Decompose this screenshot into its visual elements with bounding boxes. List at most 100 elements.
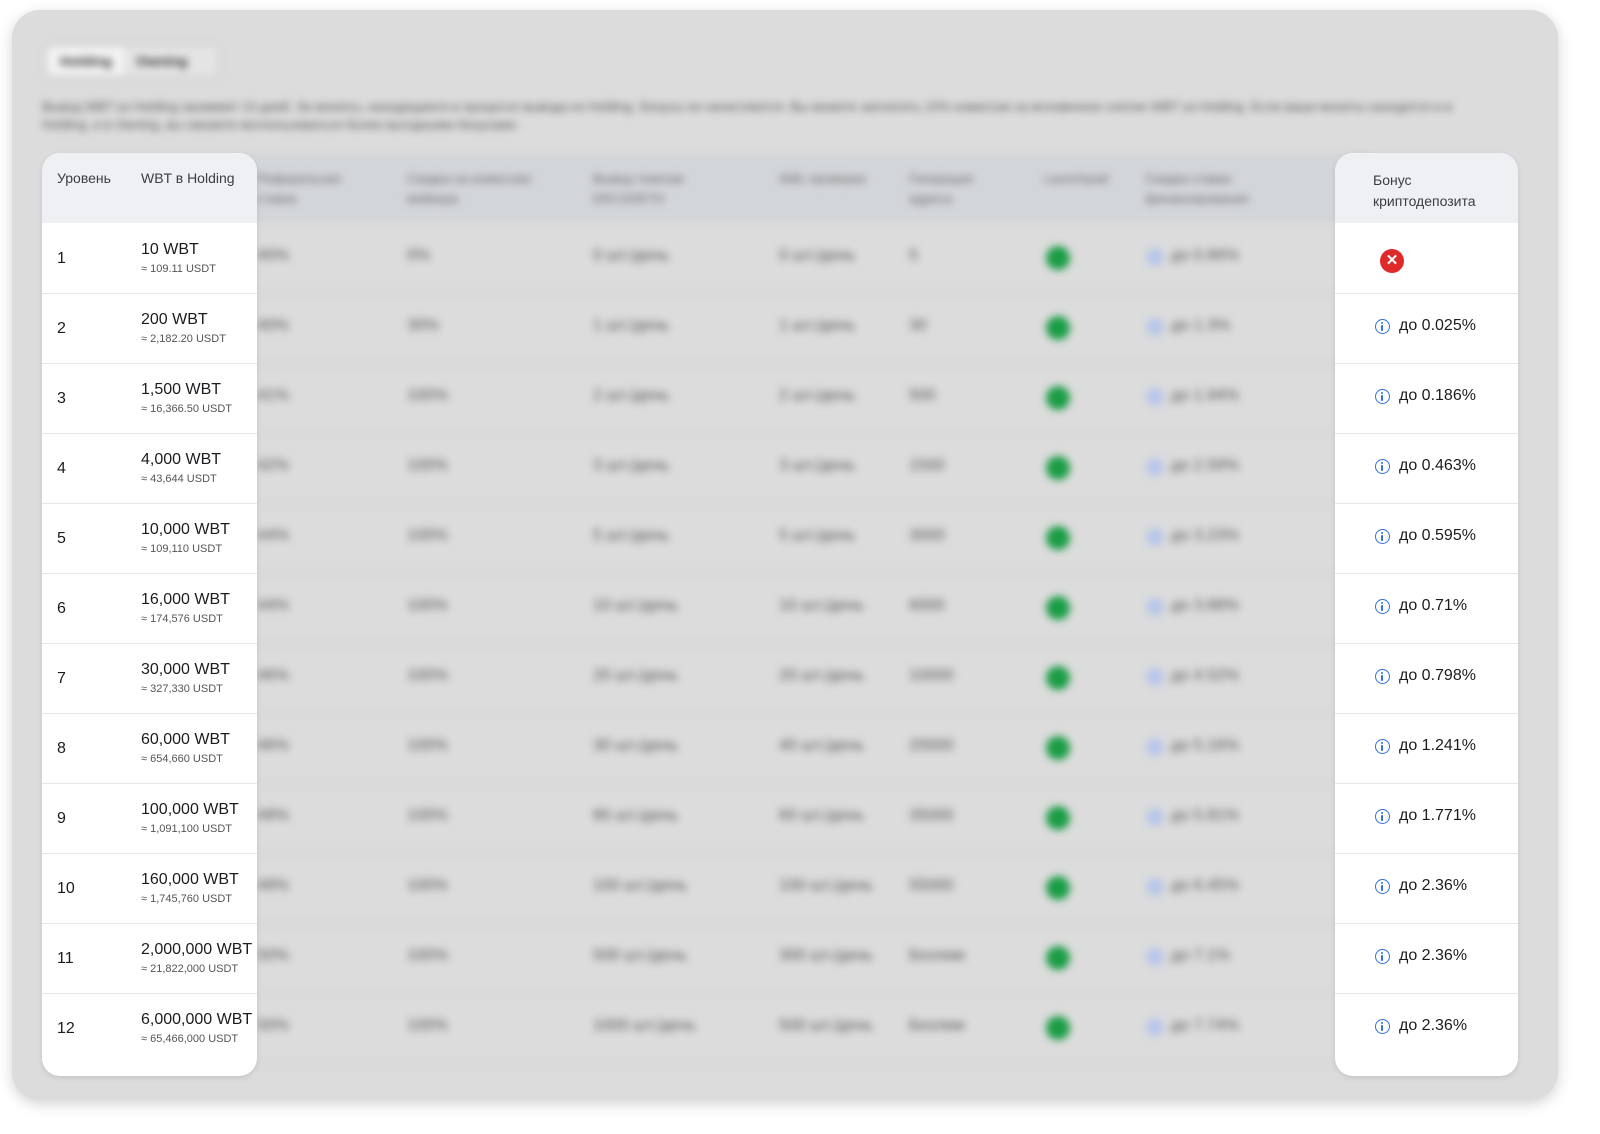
wbt-amount: 1,500 WBT: [141, 381, 222, 398]
funding-info-icon: [1146, 528, 1164, 546]
table-row: 50% 100% 500 шт./день 300 шт./день Безлим до …: [242, 923, 1372, 994]
address-cell: 500: [909, 387, 936, 404]
crypto-deposit-bonus-card: Бонус криптодепозита ✕ до 0.025% до 0.186%…: [1335, 153, 1518, 1076]
wbt-amount: 6,000,000 WBT: [141, 1011, 253, 1028]
bonus-value: до 1.771%: [1399, 807, 1476, 824]
tab-owning[interactable]: Owning: [124, 47, 199, 75]
level-number: 3: [57, 390, 66, 407]
aml-cell: 5 шт./день: [779, 527, 856, 544]
level-row: 4 4,000 WBT ≈ 43,644 USDT: [42, 433, 257, 504]
address-cell: 3000: [909, 527, 945, 544]
info-icon[interactable]: [1375, 669, 1390, 684]
funding-cell: до 7.1%: [1171, 947, 1231, 964]
funding-cell: до 2.59%: [1171, 457, 1240, 474]
unavailable-x-icon: ✕: [1380, 249, 1404, 273]
withdraw-cell: 1000 шт./день: [593, 1017, 696, 1034]
level-row: 2 200 WBT ≈ 2,182.20 USDT: [42, 293, 257, 364]
maker-discount-cell: 30%: [407, 317, 440, 334]
bonus-value: до 0.798%: [1399, 667, 1476, 684]
funding-cell: до 0.66%: [1171, 247, 1240, 264]
funding-info-icon: [1146, 738, 1164, 756]
bonus-value: до 1.241%: [1399, 737, 1476, 754]
usdt-equivalent: ≈ 16,366.50 USDT: [141, 403, 233, 415]
funding-cell: до 3.88%: [1171, 597, 1240, 614]
level-row: 6 16,000 WBT ≈ 174,576 USDT: [42, 573, 257, 644]
funding-info-icon: [1146, 318, 1164, 336]
wbt-amount: 30,000 WBT: [141, 661, 230, 678]
level-holding-card: Уровень WBT в Holding 1 10 WBT ≈ 109.11 US…: [42, 153, 257, 1076]
header-referral: Реферальная ставка: [257, 171, 341, 206]
withdraw-cell: 0 шт./день: [593, 247, 670, 264]
aml-cell: 1 шт./день: [779, 317, 856, 334]
bonus-row: до 2.36%: [1335, 853, 1518, 924]
funding-cell: до 5.16%: [1171, 737, 1240, 754]
maker-discount-cell: 100%: [407, 597, 448, 614]
bonus-value: до 0.025%: [1399, 317, 1476, 334]
withdraw-cell: 100 шт./день: [593, 877, 687, 894]
usdt-equivalent: ≈ 654,660 USDT: [141, 753, 223, 765]
info-icon[interactable]: [1375, 949, 1390, 964]
header-crypto-bonus: Бонус криптодепозита: [1373, 172, 1476, 209]
info-icon[interactable]: [1375, 879, 1390, 894]
referral-cell: 40%: [257, 247, 290, 264]
info-icon[interactable]: [1375, 739, 1390, 754]
address-cell: 6000: [909, 597, 945, 614]
withdraw-cell: 5 шт./день: [593, 527, 670, 544]
usdt-equivalent: ≈ 43,644 USDT: [141, 473, 217, 485]
info-icon[interactable]: [1375, 1019, 1390, 1034]
bonus-value: до 2.36%: [1399, 947, 1468, 964]
info-icon[interactable]: [1375, 319, 1390, 334]
bonus-row: до 2.36%: [1335, 923, 1518, 994]
header-withdraw: Вывод токенов ERC20/ETH: [593, 171, 684, 206]
info-icon[interactable]: [1375, 809, 1390, 824]
level-row: 8 60,000 WBT ≈ 654,660 USDT: [42, 713, 257, 784]
level-row: 10 160,000 WBT ≈ 1,745,760 USDT: [42, 853, 257, 924]
wbt-amount: 200 WBT: [141, 311, 208, 328]
withdraw-cell: 500 шт./день: [593, 947, 687, 964]
info-icon[interactable]: [1375, 459, 1390, 474]
launchpad-check-icon: [1046, 456, 1070, 480]
address-cell: Безлим: [909, 947, 965, 964]
launchpad-check-icon: [1046, 246, 1070, 270]
bonus-value: до 0.463%: [1399, 457, 1476, 474]
level-number: 6: [57, 600, 66, 617]
right-card-header: Бонус криптодепозита: [1335, 153, 1518, 223]
funding-cell: до 6.45%: [1171, 877, 1240, 894]
referral-cell: 44%: [257, 597, 290, 614]
aml-cell: 10 шт./день: [779, 597, 864, 614]
levels-table-background: Реферальная ставка Скидка на комиссию ме…: [242, 153, 1372, 1076]
info-icon[interactable]: [1375, 599, 1390, 614]
usdt-equivalent: ≈ 65,466,000 USDT: [141, 1033, 239, 1045]
level-number: 5: [57, 530, 66, 547]
referral-cell: 50%: [257, 1017, 290, 1034]
table-row: 40% 30% 1 шт./день 1 шт./день 30 до 1.3%: [242, 293, 1372, 364]
referral-cell: 46%: [257, 737, 290, 754]
usdt-equivalent: ≈ 327,330 USDT: [141, 683, 223, 695]
table-row: 46% 100% 20 шт./день 20 шт./день 10000 до 4.5…: [242, 643, 1372, 714]
usdt-equivalent: ≈ 109,110 USDT: [141, 543, 223, 555]
aml-cell: 2 шт./день: [779, 387, 856, 404]
usdt-equivalent: ≈ 109.11 USDT: [141, 263, 216, 275]
maker-discount-cell: 100%: [407, 387, 448, 404]
header-maker-discount: Скидка на комиссию мейкера: [407, 171, 532, 206]
info-icon[interactable]: [1375, 389, 1390, 404]
usdt-equivalent: ≈ 21,822,000 USDT: [141, 963, 239, 975]
table-row: 48% 100% 80 шт./день 60 шт./день 35000 до 5.8…: [242, 783, 1372, 854]
tab-holding[interactable]: Holding: [48, 47, 125, 75]
withdraw-cell: 2 шт./день: [593, 387, 670, 404]
wbt-amount: 160,000 WBT: [141, 871, 239, 888]
funding-cell: до 7.74%: [1171, 1017, 1240, 1034]
funding-cell: до 4.52%: [1171, 667, 1240, 684]
header-aml: AML-проверки: [779, 171, 866, 186]
table-row: 44% 100% 5 шт./день 5 шт./день 3000 до 3.23%: [242, 503, 1372, 574]
address-cell: 10000: [909, 667, 954, 684]
address-cell: 1500: [909, 457, 945, 474]
launchpad-check-icon: [1046, 876, 1070, 900]
bonus-row: до 0.463%: [1335, 433, 1518, 504]
level-number: 7: [57, 670, 66, 687]
launchpad-check-icon: [1046, 596, 1070, 620]
funding-info-icon: [1146, 878, 1164, 896]
bonus-row: до 2.36%: [1335, 993, 1518, 1063]
referral-cell: 48%: [257, 807, 290, 824]
info-icon[interactable]: [1375, 529, 1390, 544]
